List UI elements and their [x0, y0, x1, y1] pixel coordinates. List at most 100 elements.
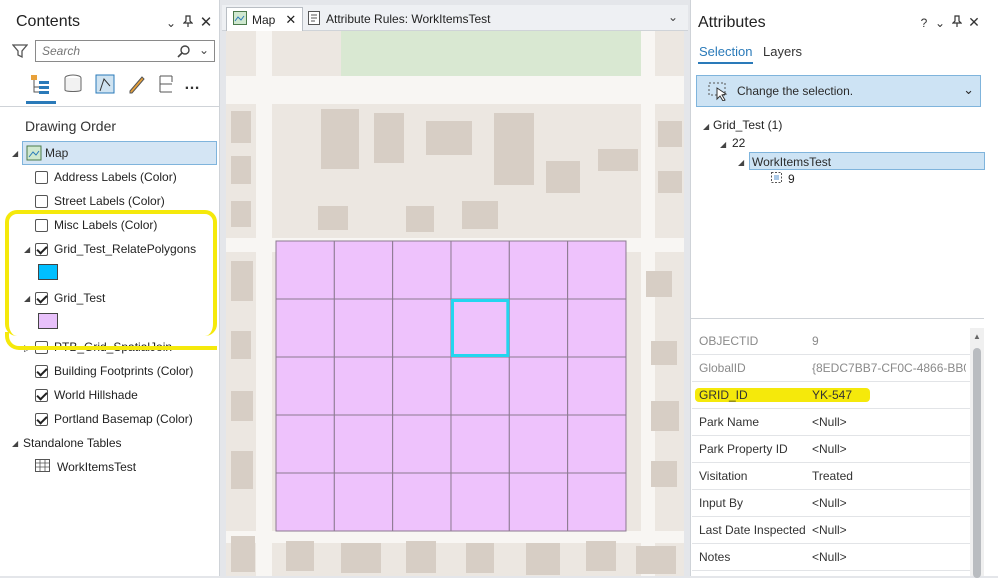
- pin-icon[interactable]: [181, 15, 195, 30]
- standalone-tables-header[interactable]: Standalone Tables: [23, 431, 122, 455]
- field-row[interactable]: GRID_ID YK-547: [692, 382, 970, 409]
- layer-checkbox[interactable]: [35, 194, 48, 208]
- tree-record-node[interactable]: 9: [771, 170, 795, 188]
- pane-options-icon[interactable]: ⌄: [164, 16, 178, 30]
- layer-checkbox[interactable]: [35, 388, 48, 402]
- grid-cell[interactable]: [333, 414, 394, 474]
- grid-cell[interactable]: [508, 240, 569, 300]
- grid-cell[interactable]: [392, 298, 452, 358]
- field-row[interactable]: Park Property ID <Null>: [692, 436, 970, 463]
- layer-row[interactable]: Address Labels (Color): [35, 165, 177, 189]
- grid-cell[interactable]: [450, 298, 510, 358]
- layer-checkbox[interactable]: [35, 170, 48, 184]
- expand-triangle-icon[interactable]: ◢: [703, 122, 709, 131]
- field-value[interactable]: YK-547: [812, 388, 966, 402]
- search-input[interactable]: [40, 43, 170, 59]
- search-icon[interactable]: [177, 44, 191, 61]
- field-value[interactable]: <Null>: [812, 415, 966, 429]
- map-view[interactable]: [226, 31, 684, 576]
- data-source-icon[interactable]: [62, 73, 84, 95]
- grid-cell[interactable]: [275, 298, 335, 358]
- grid-cell[interactable]: [567, 356, 627, 416]
- field-value[interactable]: <Null>: [812, 496, 966, 510]
- pin-icon[interactable]: [950, 15, 964, 30]
- attributes-scrollbar[interactable]: ▲: [970, 328, 984, 578]
- scroll-up-icon[interactable]: ▲: [973, 332, 981, 341]
- grid-cell[interactable]: [333, 298, 394, 358]
- pane-options-icon[interactable]: ⌄: [933, 16, 947, 30]
- expand-triangle-icon[interactable]: ◢: [12, 439, 18, 448]
- grid-cell[interactable]: [450, 356, 510, 416]
- editing-icon[interactable]: [126, 73, 148, 95]
- tab-selection[interactable]: Selection: [699, 44, 752, 59]
- more-icon[interactable]: …: [184, 76, 200, 94]
- field-row[interactable]: Last Date Inspected <Null>: [692, 517, 970, 544]
- scrollbar-thumb[interactable]: [973, 348, 981, 578]
- tab-layers[interactable]: Layers: [763, 44, 802, 59]
- grid-cell[interactable]: [567, 472, 627, 532]
- grid-cell[interactable]: [392, 472, 452, 532]
- tree-feature-node[interactable]: 22: [732, 134, 745, 152]
- grid-cell[interactable]: [275, 414, 335, 474]
- tab-attribute-rules[interactable]: Attribute Rules: WorkItemsTest: [308, 7, 508, 31]
- chevron-down-icon[interactable]: ⌄: [963, 82, 974, 98]
- layer-row[interactable]: World Hillshade: [35, 383, 138, 407]
- expand-triangle-icon[interactable]: ◢: [738, 158, 744, 167]
- help-icon[interactable]: ?: [917, 16, 931, 30]
- field-value[interactable]: Treated: [812, 469, 966, 483]
- grid-cell[interactable]: [508, 472, 569, 532]
- chevron-down-icon[interactable]: ⌄: [668, 10, 678, 24]
- tree-layer-node[interactable]: Grid_Test (1): [713, 116, 782, 134]
- field-value[interactable]: <Null>: [812, 550, 966, 564]
- grid-cell[interactable]: [567, 240, 627, 300]
- drawing-order-icon[interactable]: [30, 73, 52, 95]
- grid-cell[interactable]: [333, 472, 394, 532]
- table-item[interactable]: WorkItemsTest: [35, 455, 136, 479]
- grid-cell[interactable]: [392, 240, 452, 300]
- grid-cell[interactable]: [333, 356, 394, 416]
- search-box[interactable]: ⌄: [35, 40, 215, 62]
- snapping-icon[interactable]: [156, 73, 178, 95]
- layer-row[interactable]: Building Footprints (Color): [35, 359, 193, 383]
- tree-related-node[interactable]: WorkItemsTest: [749, 152, 985, 170]
- grid-cell[interactable]: [275, 472, 335, 532]
- map-item-label: Map: [45, 146, 69, 160]
- grid-cell[interactable]: [450, 240, 510, 300]
- field-value[interactable]: <Null>: [812, 523, 966, 537]
- grid-cell[interactable]: [450, 472, 510, 532]
- close-icon[interactable]: ✕: [285, 12, 296, 28]
- field-row[interactable]: GlobalID {8EDC7BB7-CF0C-4866-BB02: [692, 355, 970, 382]
- field-row[interactable]: Input By <Null>: [692, 490, 970, 517]
- expand-triangle-icon[interactable]: ◢: [720, 140, 726, 149]
- layer-row[interactable]: Portland Basemap (Color): [35, 407, 193, 431]
- grid-cell[interactable]: [392, 414, 452, 474]
- grid-cell[interactable]: [392, 356, 452, 416]
- change-selection-button[interactable]: Change the selection. ⌄: [696, 75, 981, 107]
- grid-cell[interactable]: [333, 240, 394, 300]
- grid-cell[interactable]: [508, 298, 569, 358]
- grid-cell[interactable]: [450, 414, 510, 474]
- selection-icon[interactable]: [94, 73, 116, 95]
- close-icon[interactable]: ✕: [967, 14, 981, 31]
- tab-map[interactable]: Map ✕: [226, 7, 303, 31]
- map-tree-item[interactable]: Map: [22, 141, 217, 165]
- field-row[interactable]: Notes <Null>: [692, 544, 970, 571]
- field-row[interactable]: OBJECTID 9: [692, 328, 970, 355]
- filter-icon[interactable]: [11, 43, 29, 62]
- chevron-down-icon[interactable]: ⌄: [199, 43, 209, 57]
- grid-cell[interactable]: [275, 356, 335, 416]
- grid-cell[interactable]: [275, 240, 335, 300]
- field-row[interactable]: Park Name <Null>: [692, 409, 970, 436]
- expand-triangle-icon[interactable]: ◢: [12, 149, 18, 158]
- layer-checkbox[interactable]: [35, 412, 48, 426]
- grid-cell[interactable]: [567, 298, 627, 358]
- close-icon[interactable]: ✕: [199, 13, 213, 31]
- field-name: OBJECTID: [699, 334, 759, 348]
- field-row[interactable]: Visitation Treated: [692, 463, 970, 490]
- field-value[interactable]: <Null>: [812, 442, 966, 456]
- grid-cell[interactable]: [508, 414, 569, 474]
- grid-cell[interactable]: [567, 414, 627, 474]
- layer-checkbox[interactable]: [35, 364, 48, 378]
- grid-cell[interactable]: [508, 356, 569, 416]
- grid-layer[interactable]: [226, 31, 684, 576]
